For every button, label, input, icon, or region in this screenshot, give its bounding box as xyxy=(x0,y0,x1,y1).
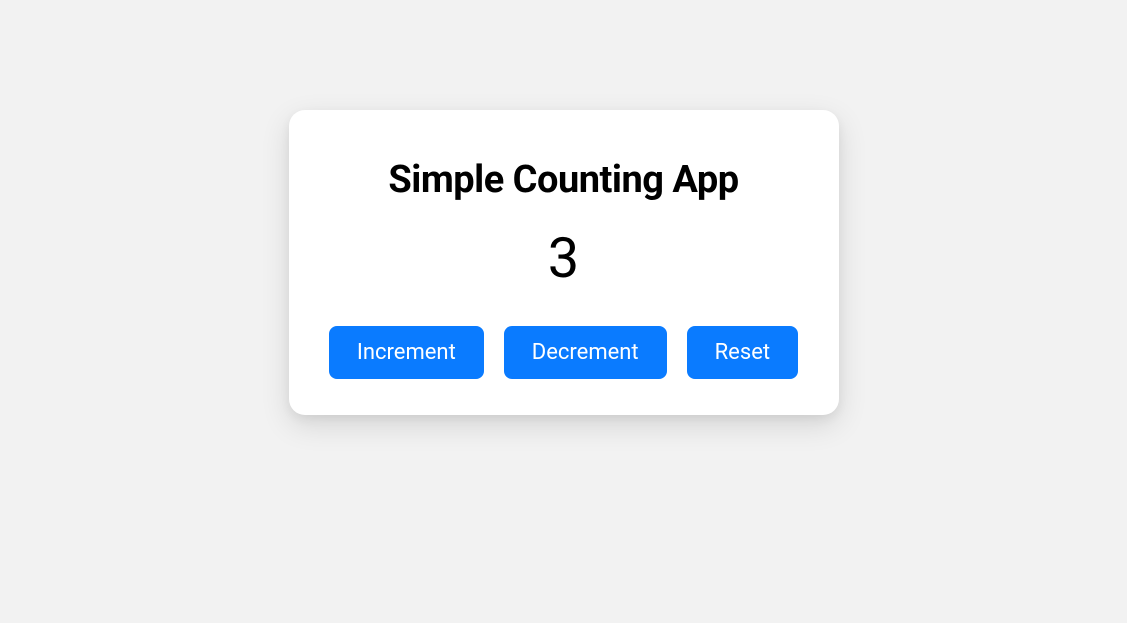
count-display: 3 xyxy=(325,230,803,286)
decrement-button[interactable]: Decrement xyxy=(504,326,667,379)
button-row: Increment Decrement Reset xyxy=(325,326,803,379)
counter-card: Simple Counting App 3 Increment Decremen… xyxy=(289,110,839,415)
increment-button[interactable]: Increment xyxy=(329,326,484,379)
app-title: Simple Counting App xyxy=(325,158,803,202)
reset-button[interactable]: Reset xyxy=(687,326,798,379)
